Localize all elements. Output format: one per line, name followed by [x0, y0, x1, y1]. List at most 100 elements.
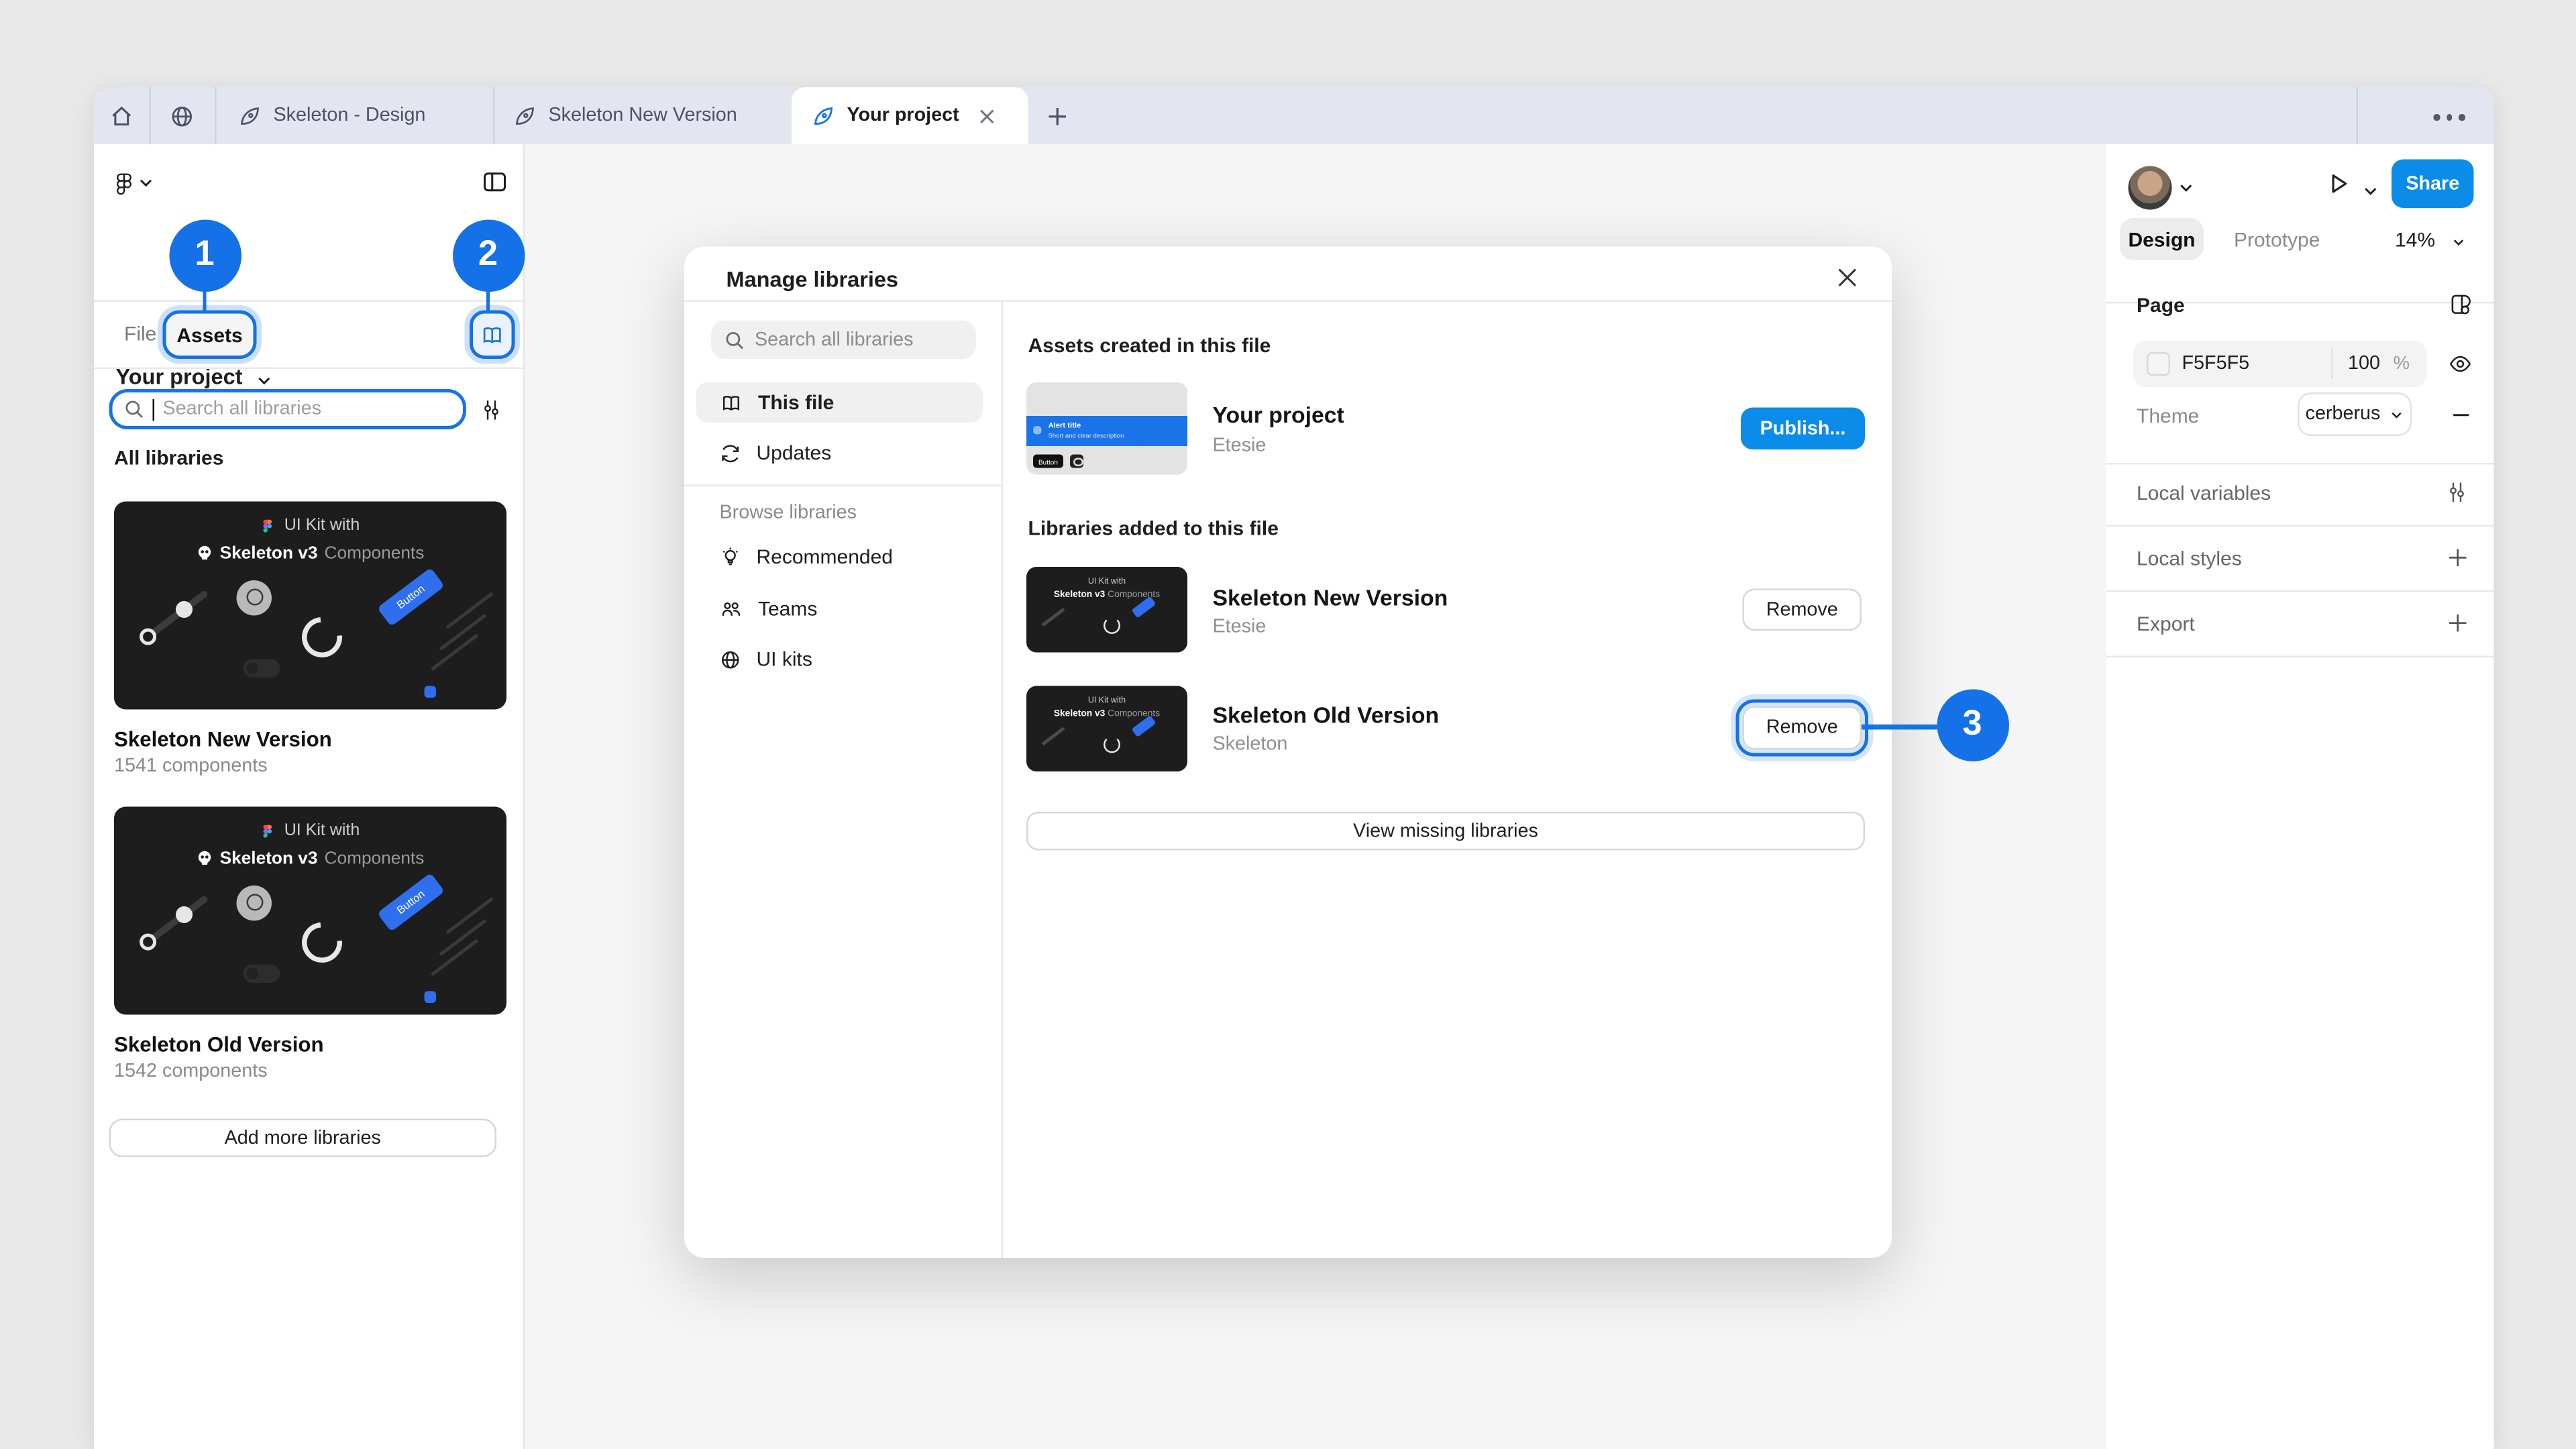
thumb-toggle-component: [244, 965, 280, 983]
library-card-thumbnail[interactable]: UI Kit with Skeleton v3 Components Butto…: [114, 807, 506, 1015]
remove-theme-button[interactable]: [2445, 399, 2475, 429]
chevron-down-icon[interactable]: [2179, 183, 2194, 193]
browse-icon: [170, 103, 195, 129]
share-button[interactable]: Share: [2392, 160, 2474, 209]
nav-teams[interactable]: Teams: [696, 589, 983, 629]
library-title: Skeleton Old Version: [1213, 703, 1440, 729]
present-button[interactable]: [2323, 168, 2353, 198]
local-variables-button[interactable]: [2442, 476, 2472, 506]
modal-title: Manage libraries: [727, 267, 899, 292]
divider: [2357, 87, 2359, 144]
add-more-libraries-button[interactable]: Add more libraries: [109, 1119, 497, 1158]
chevron-down-icon[interactable]: [2363, 186, 2379, 197]
annotation-badge-1: 1: [168, 219, 241, 291]
filter-button[interactable]: [476, 394, 506, 425]
home-button[interactable]: [94, 87, 150, 144]
nav-recommended[interactable]: Recommended: [696, 537, 983, 577]
more-options-button[interactable]: [2434, 114, 2465, 120]
thumb-subheading: Skeleton v3 Components: [1026, 590, 1187, 600]
figma-logo: [113, 170, 136, 196]
figma-logo: [261, 822, 276, 841]
local-variables-label: Local variables: [2137, 482, 2271, 505]
search-icon: [724, 329, 745, 350]
add-style-button[interactable]: [2442, 542, 2472, 572]
right-sidebar: Share Design Prototype 14% Page F5F5F5 1…: [2106, 144, 2494, 1449]
panel-toggle-icon: [482, 168, 508, 194]
tab-file[interactable]: File: [124, 322, 156, 345]
divider: [2106, 525, 2494, 527]
chevron-down-icon[interactable]: [2452, 238, 2465, 247]
library-title: Skeleton New Version: [1213, 586, 1448, 611]
chevron-down-icon: [2390, 410, 2404, 419]
remove-button-annotated[interactable]: Remove: [1743, 706, 1862, 750]
page-color-value[interactable]: F5F5F5: [2182, 354, 2250, 374]
nav-section-label: Browse libraries: [720, 503, 857, 523]
library-owner: Etesie: [1213, 617, 1267, 637]
chevron-down-icon[interactable]: [257, 376, 272, 386]
library-card-title[interactable]: Skeleton New Version: [114, 728, 332, 751]
annotation-badge-3: 3: [1936, 688, 2008, 761]
sidebar-search-input[interactable]: [163, 399, 415, 419]
modal-search-field[interactable]: [711, 321, 976, 360]
tab-skeleton-new-version[interactable]: Skeleton New Version: [493, 87, 792, 144]
modal-search-input[interactable]: [755, 329, 956, 350]
panel-toggle-button[interactable]: [480, 166, 510, 197]
zoom-level[interactable]: 14%: [2395, 228, 2435, 252]
thumb-subheading: Skeleton v3 Components: [1026, 710, 1187, 720]
sidebar-search-field[interactable]: [109, 389, 467, 429]
publish-button[interactable]: Publish...: [1741, 408, 1865, 450]
view-missing-libraries-button[interactable]: View missing libraries: [1026, 812, 1865, 851]
thumb-checkbox-component: [424, 990, 436, 1002]
new-tab-button[interactable]: [1042, 101, 1072, 131]
thumb-alert-component: Alert title Short and clear description: [1026, 416, 1187, 446]
library-card-title[interactable]: Skeleton Old Version: [114, 1033, 324, 1057]
libraries-button[interactable]: [470, 311, 515, 360]
thumb-checkbox-component: [424, 685, 436, 697]
page-color-field[interactable]: F5F5F5 100 %: [2133, 341, 2427, 388]
divider: [2106, 590, 2494, 592]
draw-icon: [513, 104, 537, 127]
divider: [215, 87, 217, 144]
percent-sign: %: [2394, 354, 2410, 374]
nav-this-file[interactable]: This file: [696, 382, 983, 423]
export-label: Export: [2137, 612, 2195, 636]
nav-ui-kits[interactable]: UI kits: [696, 639, 983, 680]
annotation-stem: [1862, 724, 1937, 729]
figma-menu-button[interactable]: [113, 168, 153, 198]
tab-label: Skeleton New Version: [549, 106, 737, 126]
library-card-components: 1542 components: [114, 1062, 268, 1082]
add-export-button[interactable]: [2442, 607, 2472, 637]
thumb-button-component: Button: [376, 872, 444, 931]
avatar[interactable]: [2129, 166, 2172, 210]
close-icon: [1835, 266, 1858, 288]
new-tab-icon: [1046, 105, 1068, 127]
asset-owner: Etesie: [1213, 436, 1267, 456]
plus-icon: [2446, 546, 2468, 568]
tab-prototype[interactable]: Prototype: [2234, 228, 2320, 252]
tab-skeleton-design[interactable]: Skeleton - Design: [218, 87, 493, 144]
canvas-area[interactable]: Manage libraries This file Updates: [525, 144, 2107, 1449]
page-opacity-value[interactable]: 100: [2348, 354, 2380, 374]
tab-your-project-active[interactable]: Your project: [792, 87, 1028, 144]
local-styles-label: Local styles: [2137, 547, 2242, 570]
color-swatch[interactable]: [2147, 352, 2170, 376]
nav-updates[interactable]: Updates: [696, 433, 983, 473]
styles-icon-button[interactable]: [2445, 288, 2475, 319]
your-project-thumbnail: Alert title Short and clear description …: [1026, 382, 1187, 475]
play-icon: [2325, 170, 2351, 196]
visibility-button[interactable]: [2445, 349, 2475, 379]
tab-design[interactable]: Design: [2120, 218, 2204, 260]
thumb-spinner-component: [1104, 735, 1120, 752]
library-card-thumbnail[interactable]: UI Kit with Skeleton v3 Components Butto…: [114, 502, 506, 710]
thumb-slider-component: [1041, 607, 1065, 626]
updates-icon: [720, 442, 742, 464]
theme-dropdown[interactable]: cerberus: [2298, 392, 2412, 436]
manage-libraries-modal: Manage libraries This file Updates: [684, 247, 1892, 1258]
annotation-badge-2: 2: [452, 219, 525, 291]
remove-button[interactable]: Remove: [1743, 589, 1862, 631]
tab-assets[interactable]: Assets: [163, 311, 257, 360]
browse-button[interactable]: [150, 87, 215, 144]
thumb-spinner-component: [294, 610, 352, 667]
close-tab-button[interactable]: [977, 107, 996, 125]
modal-close-button[interactable]: [1831, 262, 1862, 292]
